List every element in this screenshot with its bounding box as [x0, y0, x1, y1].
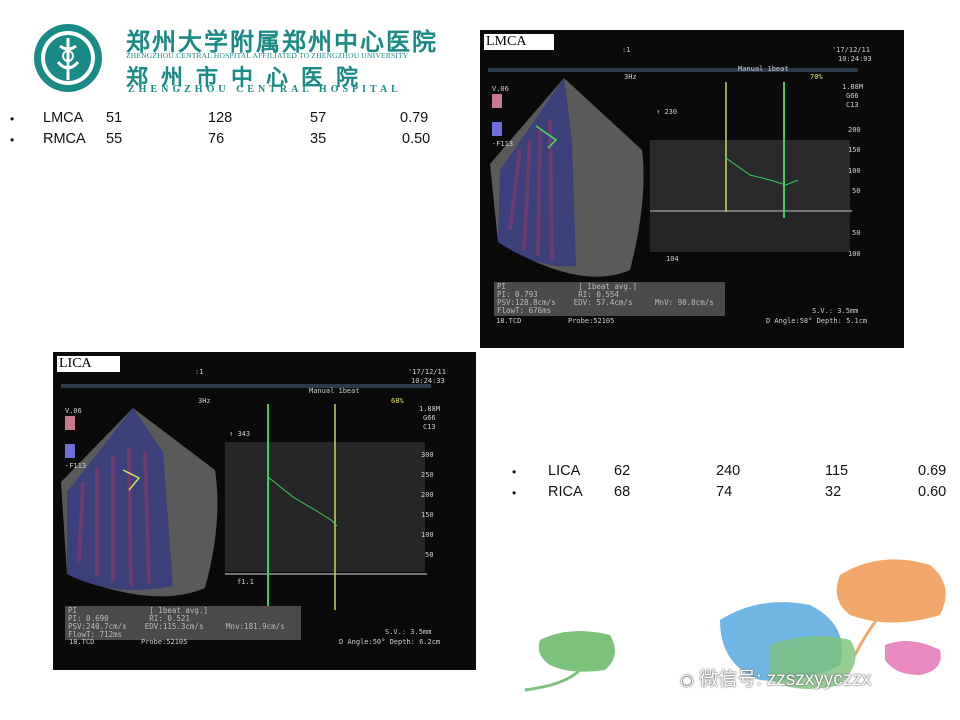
wechat-watermark: ◉ 微信号: zzszxyyczzx: [680, 669, 872, 690]
value-4: 0.79: [400, 110, 429, 126]
probe-text: Probe:52105: [568, 317, 615, 325]
scale-tick: 100: [421, 531, 434, 539]
freq-text: 3Hz: [198, 397, 211, 405]
bullet-icon: •: [512, 486, 517, 500]
scale-tick: 50: [425, 551, 434, 559]
panel-label: LMCA: [484, 34, 555, 50]
value-3: 35: [310, 131, 327, 147]
velocity-top: V.06: [65, 407, 82, 415]
vessel-name: LMCA: [43, 110, 84, 126]
value-1: 51: [106, 110, 123, 126]
measurement-box: PI [ 1beat avg.] PI: 0.690 RI: 0.521 PSV…: [65, 606, 301, 640]
velocity-bottom: -F113: [65, 462, 87, 470]
value-1: 55: [106, 131, 123, 147]
mhz-text: 1.88M: [419, 405, 441, 413]
percent-text: 68%: [391, 397, 404, 405]
ultrasound-image-lmca: LMCA :1 '17/12/11 10:24:03 Manual 1beat …: [480, 30, 904, 348]
table-row: • RMCA 55 76 35 0.50: [10, 131, 450, 151]
wechat-icon: ◉: [680, 672, 694, 689]
value-4: 0.60: [918, 484, 947, 500]
scale-tick: 50: [852, 229, 861, 237]
value-4: 0.50: [402, 131, 431, 147]
scale-tick: 200: [848, 126, 861, 134]
table-row: • LICA 62 240 115 0.69: [512, 463, 957, 483]
tcd-text: 18.TCD: [496, 317, 522, 325]
percent-text: 70%: [810, 73, 823, 81]
probe-text: Probe:52105: [141, 638, 188, 646]
ginkgo-leaves-decoration: [524, 559, 946, 692]
flowt-value: FlowT: 676ms: [497, 306, 552, 315]
bullet-icon: •: [10, 133, 15, 147]
scale-tick: 300: [421, 451, 434, 459]
bullet-icon: •: [10, 112, 15, 126]
vessel-name: RICA: [548, 484, 583, 500]
c-text: C13: [423, 423, 436, 431]
scale-tick: 200: [421, 491, 434, 499]
measurement-box: PI [ 1beat avg.] PI: 0.793 RI: 0.554 PSV…: [494, 282, 725, 316]
bullet-icon: •: [512, 465, 517, 479]
vessel-name: LICA: [548, 463, 581, 479]
date-text: '17/12/11: [408, 368, 446, 376]
value-1: 68: [614, 484, 631, 500]
vessel-name: RMCA: [43, 131, 86, 147]
mode-text: Manual 1beat: [738, 65, 789, 73]
value-3: 115: [825, 463, 849, 479]
value-2: 76: [208, 131, 225, 147]
scale-tick: 250: [421, 471, 434, 479]
table-row: • LMCA 51 128 57 0.79: [10, 110, 450, 130]
ultrasound-image-lica: LICA :1 '17/12/11 10:24:33 Manual 1beat …: [53, 352, 476, 670]
scale-tick: 150: [848, 146, 861, 154]
scale-tick: 100: [848, 250, 861, 258]
velocity-top: V.06: [492, 85, 509, 93]
value-3: 32: [825, 484, 842, 500]
marker-text: :1: [195, 368, 204, 376]
peak-velocity: ↑ 230: [656, 108, 678, 116]
value-4: 0.69: [918, 463, 947, 479]
value-1: 62: [614, 463, 631, 479]
time-text: 10:24:33: [411, 377, 445, 385]
gain-text: G66: [423, 414, 436, 422]
value-2: 128: [208, 110, 233, 126]
value-3: 57: [310, 110, 327, 126]
dangle-text: D Angle:58° Depth: 5.1cm: [766, 317, 868, 325]
mode-text: Manual 1beat: [309, 387, 360, 395]
value-2: 74: [716, 484, 733, 500]
freq-text: 3Hz: [624, 73, 637, 81]
sv-text: S.V.: 3.5mm: [385, 628, 432, 636]
panel-label: LICA: [57, 356, 120, 372]
time-text: 10:24:03: [838, 55, 872, 63]
bottom-value: 104: [666, 255, 679, 263]
peak-velocity: ↑ 343: [229, 430, 251, 438]
hospital-logo-icon: [34, 24, 102, 92]
hospital-name-en: ZHENGZHOU CENTRAL HOSPITAL AFFILIATED TO…: [126, 51, 409, 60]
date-text: '17/12/11: [832, 46, 870, 54]
value-2: 240: [716, 463, 741, 479]
scale-tick: 100: [848, 167, 861, 175]
marker-text: :1: [622, 46, 631, 54]
tcd-text: 18.TCD: [69, 638, 95, 646]
gain-text: G66: [846, 92, 859, 100]
scale-tick: 150: [421, 511, 434, 519]
bottom-value: f1.1: [237, 578, 254, 586]
hospital-name-en-short: ZHENGZHOU CENTRAL HOSPITAL: [128, 84, 402, 95]
mhz-text: 1.88M: [842, 83, 864, 91]
c-text: C13: [846, 101, 859, 109]
table-row: • RICA 68 74 32 0.60: [512, 484, 957, 504]
dangle-text: D Angle:50° Depth: 6.2cm: [339, 638, 441, 646]
velocity-bottom: -F113: [492, 140, 514, 148]
scale-tick: 50: [852, 187, 861, 195]
sv-text: S.V.: 3.5mm: [812, 307, 859, 315]
